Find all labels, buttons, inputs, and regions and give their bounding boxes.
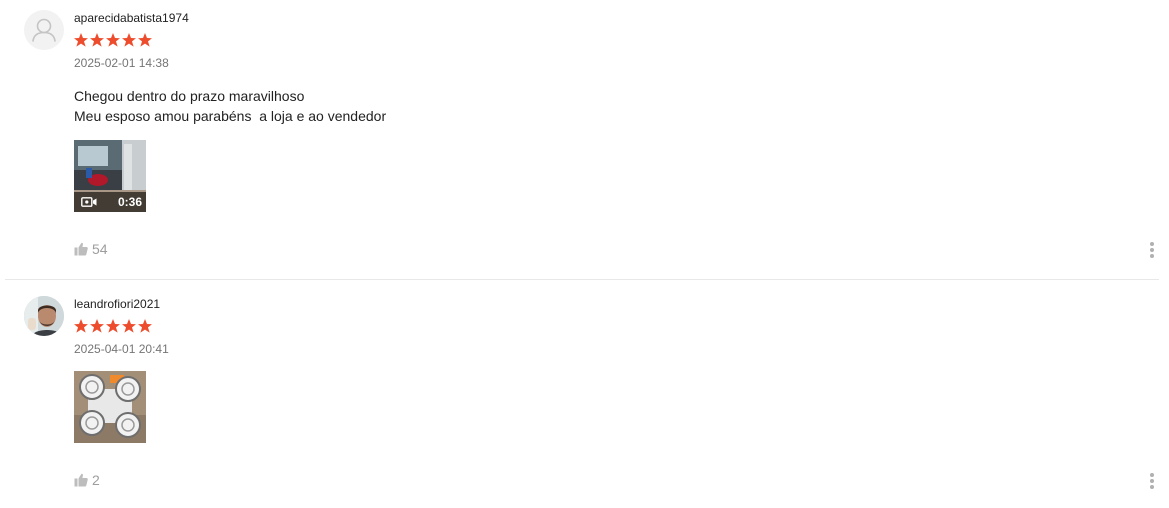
like-count: 54 [92,241,108,257]
more-options-icon[interactable] [1150,242,1154,258]
reviewer-username: leandrofiori2021 [74,297,161,311]
review-text: Chegou dentro do prazo maravilhoso Meu e… [74,86,386,126]
star-icon [90,33,104,47]
review-date: 2025-04-01 20:41 [74,342,169,356]
star-icon [74,33,88,47]
star-rating [73,318,153,334]
thumbs-up-icon [74,473,88,487]
review-date: 2025-02-01 14:38 [74,56,169,70]
review-text-line: Chegou dentro do prazo maravilhoso [74,88,305,104]
star-icon [106,319,120,333]
review-photo-thumbnail[interactable] [74,371,146,443]
star-icon [138,33,152,47]
star-rating [73,32,153,48]
star-icon [90,319,104,333]
user-avatar[interactable] [24,296,64,336]
star-icon [138,319,152,333]
reviewer-username: aparecidabatista1974 [74,11,189,25]
star-icon [106,33,120,47]
review-video-thumbnail[interactable]: 0:36 [74,140,146,212]
video-overlay-bar: 0:36 [74,192,146,212]
more-options-icon[interactable] [1150,473,1154,489]
star-icon [122,319,136,333]
video-duration: 0:36 [117,195,142,209]
default-avatar-icon[interactable] [24,10,64,50]
star-icon [74,319,88,333]
like-button[interactable]: 2 [74,472,100,488]
star-icon [122,33,136,47]
thumbs-up-icon [74,242,88,256]
like-button[interactable]: 54 [74,241,108,257]
photo-thumbnail-image [74,371,146,443]
review-text-line: Meu esposo amou parabéns a loja e ao ven… [74,108,387,124]
video-camera-icon [81,197,97,207]
review-item: aparecidabatista1974 2025-02-01 14:38 Ch… [5,0,1159,280]
review-item: leandrofiori2021 2025-04-01 20:41 2 [5,280,1159,508]
like-count: 2 [92,472,100,488]
